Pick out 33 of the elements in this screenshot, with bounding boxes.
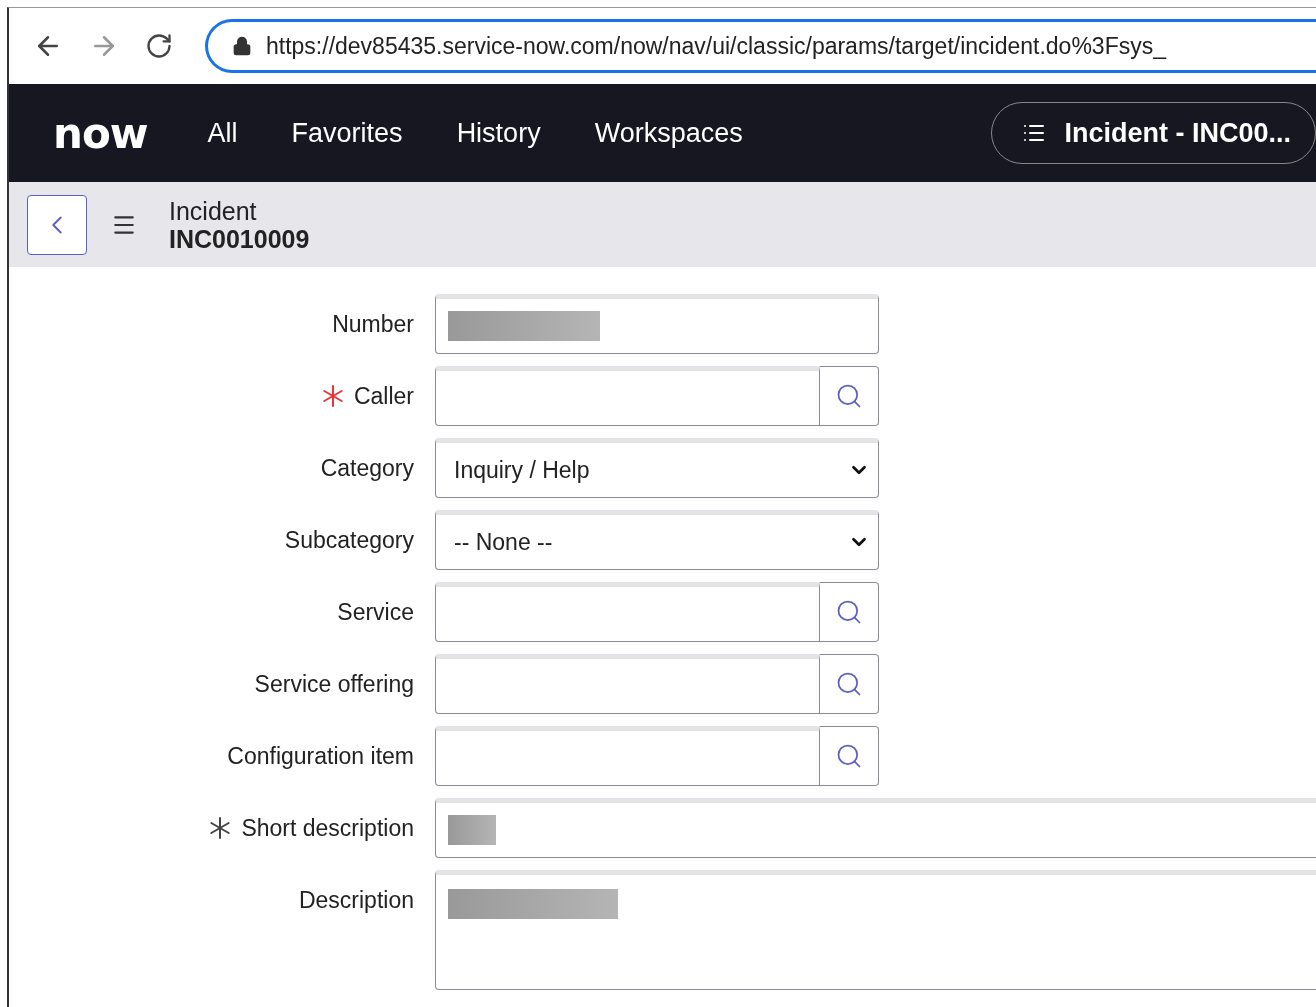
- text-field[interactable]: [435, 294, 879, 354]
- logo[interactable]: now: [53, 108, 148, 158]
- address-bar[interactable]: https://dev85435.service-now.com/now/nav/ui/classic/params/target/incident.do%3Fsys_: [205, 19, 1316, 73]
- search-icon: [835, 742, 863, 770]
- select-field[interactable]: -- None --: [435, 510, 879, 570]
- field-label: Caller: [353, 382, 414, 410]
- text-field[interactable]: [435, 798, 1316, 858]
- nav-menu-item[interactable]: History: [456, 117, 541, 149]
- field-label: Subcategory: [284, 526, 414, 554]
- reload-button[interactable]: [145, 32, 173, 60]
- search-icon: [835, 382, 863, 410]
- search-button[interactable]: [820, 366, 879, 426]
- record-table: Incident: [169, 196, 310, 225]
- lock-icon: [232, 36, 252, 56]
- select-field[interactable]: Inquiry / Help: [435, 438, 879, 498]
- description-field[interactable]: [435, 870, 1316, 990]
- field-label: Category: [320, 454, 414, 482]
- field-label: Service offering: [254, 670, 414, 698]
- back-button[interactable]: [27, 194, 87, 255]
- field-label: Service: [337, 598, 414, 626]
- search-icon: [835, 598, 863, 626]
- search-button[interactable]: [820, 582, 879, 642]
- search-button[interactable]: [820, 726, 879, 786]
- field-label: Description: [298, 886, 414, 914]
- nav-menu-item[interactable]: All: [207, 117, 238, 149]
- search-icon: [835, 670, 863, 698]
- search-button[interactable]: [820, 654, 879, 714]
- field-label: Number: [332, 310, 414, 338]
- field-label: Configuration item: [227, 742, 414, 770]
- field-label: Short description: [241, 814, 414, 842]
- nav-menu-item[interactable]: Workspaces: [594, 117, 743, 149]
- nav-menu-item[interactable]: Favorites: [291, 117, 403, 149]
- record-number: INC0010009: [169, 224, 310, 253]
